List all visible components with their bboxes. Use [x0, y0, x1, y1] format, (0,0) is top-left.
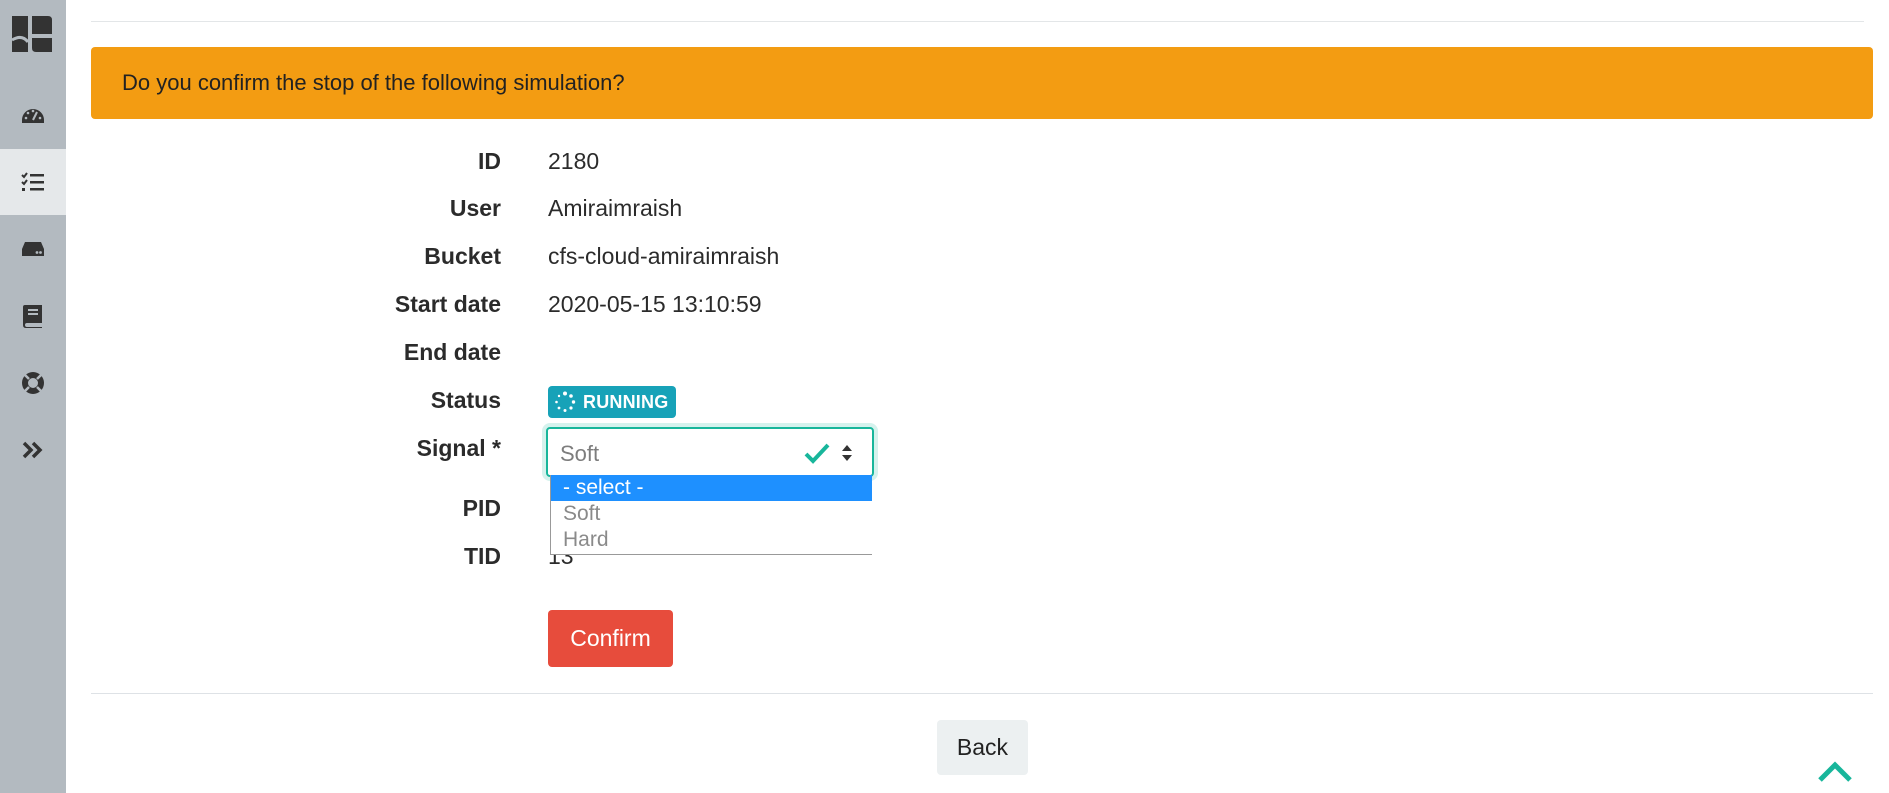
start-date-label: Start date	[394, 291, 501, 317]
task-list-icon	[21, 172, 44, 191]
book-icon	[23, 305, 42, 328]
bucket-value: cfs-cloud-amiraimraish	[548, 243, 780, 269]
tid-label: TID	[463, 543, 501, 569]
logo-icon[interactable]	[8, 12, 56, 56]
divider	[91, 21, 1864, 22]
dashboard-gauge-icon	[22, 109, 44, 123]
nav-storage[interactable]	[0, 216, 66, 282]
nav-documentation[interactable]	[0, 283, 66, 349]
double-chevron-right-icon	[22, 441, 43, 459]
signal-select[interactable]: Soft	[546, 427, 874, 477]
nav-simulations[interactable]	[0, 149, 66, 215]
start-date-value: 2020-05-15 13:10:59	[548, 291, 762, 317]
signal-option[interactable]: Hard	[551, 527, 872, 553]
signal-label: Signal *	[416, 435, 501, 461]
check-icon	[804, 443, 830, 464]
pid-label: PID	[462, 495, 501, 521]
status-label: Status	[430, 387, 501, 413]
confirm-alert: Do you confirm the stop of the following…	[91, 47, 1873, 119]
sort-arrows-icon	[842, 445, 852, 461]
bucket-label: Bucket	[424, 243, 501, 269]
confirm-button[interactable]: Confirm	[548, 610, 673, 667]
nav-dashboard[interactable]	[0, 82, 66, 148]
user-value: Amiraimraish	[548, 195, 683, 221]
sidebar	[0, 0, 66, 793]
id-value: 2180	[548, 148, 600, 174]
signal-option[interactable]: Soft	[551, 501, 872, 527]
nav-support[interactable]	[0, 350, 66, 416]
signal-selected-value: Soft	[560, 441, 600, 466]
signal-options-list: - select - Soft Hard	[550, 475, 872, 555]
signal-option[interactable]: - select -	[551, 475, 872, 501]
alert-message: Do you confirm the stop of the following…	[122, 70, 625, 95]
nav-expand[interactable]	[0, 417, 66, 483]
divider	[91, 693, 1873, 694]
status-text: RUNNING	[583, 391, 669, 412]
chevron-up-icon[interactable]	[1816, 758, 1854, 784]
lifebuoy-icon	[22, 372, 44, 394]
back-button[interactable]: Back	[937, 720, 1028, 775]
status-badge: RUNNING	[548, 386, 676, 418]
id-label: ID	[478, 148, 501, 174]
spinner-icon	[555, 391, 576, 412]
main-content: Do you confirm the stop of the following…	[66, 0, 1889, 793]
user-label: User	[449, 195, 501, 221]
end-date-label: End date	[403, 339, 501, 365]
storage-drive-icon	[22, 242, 44, 256]
